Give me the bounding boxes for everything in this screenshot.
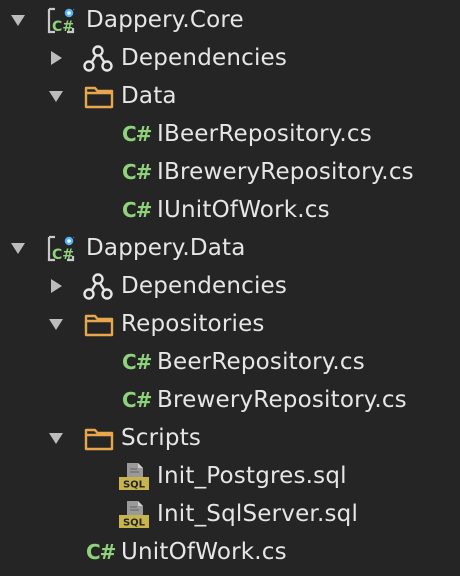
expanded-arrow-icon[interactable] [10,12,26,28]
collapsed-arrow-icon[interactable] [48,278,64,294]
csharp-project-icon: C# [47,235,75,263]
dependencies-icon [83,273,113,300]
tree-item-init-postgres[interactable]: SQL Init_Postgres.sql [0,457,460,495]
csharp-badge: C# [122,350,152,374]
tree-item-dependencies[interactable]: Dependencies [0,267,460,305]
csharp-badge: C# [122,122,152,146]
sql-file-icon: SQL [119,501,149,529]
tree-item-beerrepository[interactable]: C# BeerRepository.cs [0,343,460,381]
tree-item-ibreweryrepository[interactable]: C# IBreweryRepository.cs [0,153,460,191]
tree-item-dappery-data[interactable]: C# Dappery.Data [0,229,460,267]
tree-item-unitofwork[interactable]: C# UnitOfWork.cs [0,533,460,571]
file-label: Init_SqlServer.sql [157,501,359,527]
file-label: IBreweryRepository.cs [157,159,414,185]
expanded-arrow-icon[interactable] [48,88,64,104]
sql-badge: SQL [123,518,146,529]
dependencies-label: Dependencies [121,45,288,71]
tree-item-breweryrepository[interactable]: C# BreweryRepository.cs [0,381,460,419]
csharp-file-icon: C# [120,346,154,378]
svg-text:C#: C# [52,19,74,35]
sql-badge: SQL [123,480,146,491]
dependencies-icon [83,45,113,72]
file-label: BreweryRepository.cs [157,387,407,413]
expanded-arrow-icon[interactable] [10,240,26,256]
collapsed-arrow-icon[interactable] [48,50,64,66]
expanded-arrow-icon[interactable] [48,430,64,446]
tree-item-data-folder[interactable]: Data [0,77,460,115]
csharp-badge: C# [86,540,116,564]
solution-tree: C# Dappery.Core Dependencies Data C# IBe… [0,0,460,576]
folder-label: Data [121,83,177,109]
csharp-project-icon: C# [47,7,75,35]
project-name: Dappery.Core [86,7,244,33]
file-label: UnitOfWork.cs [121,539,287,565]
dependencies-label: Dependencies [121,273,288,299]
csharp-file-icon: C# [84,536,118,568]
tree-item-ibeerrepository[interactable]: C# IBeerRepository.cs [0,115,460,153]
folder-icon [84,428,114,451]
csharp-badge: C# [122,160,152,184]
file-label: BeerRepository.cs [157,349,365,375]
file-label: Init_Postgres.sql [157,463,347,489]
tree-item-iunitofwork[interactable]: C# IUnitOfWork.cs [0,191,460,229]
csharp-file-icon: C# [120,384,154,416]
expanded-arrow-icon[interactable] [48,316,64,332]
csharp-badge: C# [122,198,152,222]
project-name: Dappery.Data [86,235,246,261]
file-label: IUnitOfWork.cs [157,197,330,223]
folder-icon [84,314,114,337]
csharp-file-icon: C# [120,118,154,150]
folder-icon [84,86,114,109]
csharp-file-icon: C# [120,194,154,226]
tree-item-dappery-core[interactable]: C# Dappery.Core [0,1,460,39]
tree-item-dependencies[interactable]: Dependencies [0,39,460,77]
tree-item-scripts-folder[interactable]: Scripts [0,419,460,457]
sql-file-icon: SQL [119,463,149,491]
folder-label: Scripts [121,425,202,451]
csharp-badge: C# [122,388,152,412]
svg-text:C#: C# [52,247,74,263]
folder-label: Repositories [121,311,265,337]
file-label: IBeerRepository.cs [157,121,372,147]
tree-item-repositories-folder[interactable]: Repositories [0,305,460,343]
csharp-file-icon: C# [120,156,154,188]
tree-item-init-sqlserver[interactable]: SQL Init_SqlServer.sql [0,495,460,533]
